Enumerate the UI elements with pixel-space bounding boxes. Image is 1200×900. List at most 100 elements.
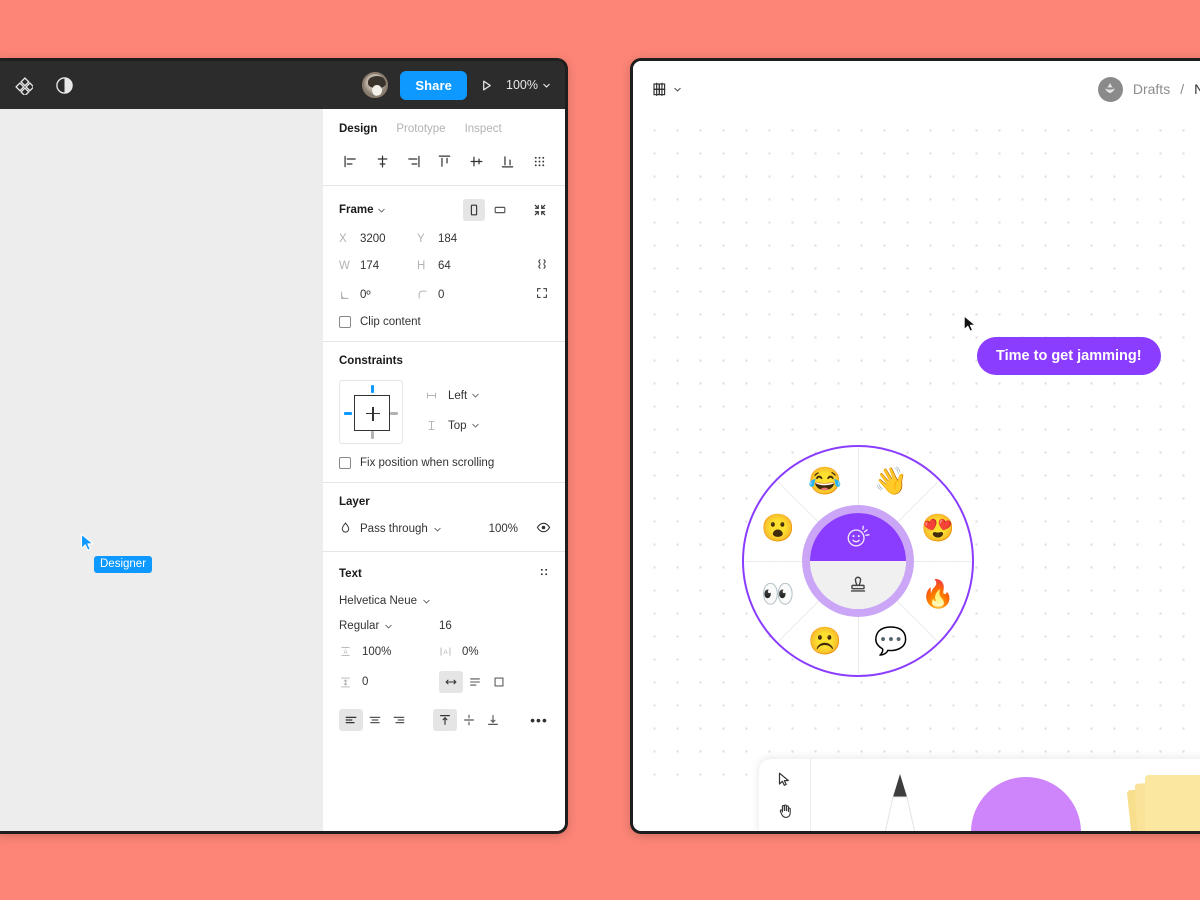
joy-emoji[interactable]: 😂: [808, 464, 842, 498]
cursor-arrow-icon[interactable]: [776, 771, 794, 794]
align-left-icon[interactable]: [335, 149, 366, 173]
text-resize-modes: [439, 671, 511, 693]
letter-spacing-icon: A: [439, 645, 452, 658]
zoom-control[interactable]: 100%: [506, 78, 551, 92]
hand-tool-icon[interactable]: [776, 802, 794, 825]
position-row: X 3200 Y 184: [339, 233, 551, 245]
share-button[interactable]: Share: [400, 70, 468, 100]
figjam-logo-icon[interactable]: [651, 81, 682, 98]
tidy-up-icon[interactable]: [524, 149, 555, 173]
blend-mode-value: Pass through: [360, 523, 428, 535]
heart-eyes-emoji[interactable]: 😍: [921, 511, 955, 545]
chevron-down-icon: [434, 527, 441, 532]
auto-height-icon[interactable]: [463, 671, 487, 693]
figma-toolbar: Share 100%: [0, 61, 565, 109]
text-settings-icon[interactable]: [537, 565, 551, 582]
constraint-left-marker[interactable]: [344, 411, 352, 415]
vertical-constraint-select[interactable]: Top: [425, 419, 480, 432]
portrait-icon[interactable]: [463, 199, 485, 221]
align-top-icon[interactable]: [429, 149, 460, 173]
h-label: H: [417, 259, 426, 272]
team-avatar[interactable]: [1097, 76, 1123, 102]
height-field[interactable]: H 64: [417, 260, 495, 272]
resize-to-fit-icon[interactable]: [529, 199, 551, 221]
astonished-emoji[interactable]: 😮: [761, 511, 795, 545]
figma-canvas[interactable]: Designer: [0, 109, 323, 831]
font-family-value: Helvetica Neue: [339, 595, 417, 607]
vertical-constraint-value: Top: [448, 419, 467, 432]
contrast-icon[interactable]: [55, 76, 74, 95]
paragraph-spacing-field[interactable]: 0: [339, 676, 439, 689]
align-text-left-icon[interactable]: [339, 709, 363, 731]
width-field[interactable]: W 174: [339, 260, 417, 272]
align-horizontal-center-icon[interactable]: [366, 149, 397, 173]
avatar[interactable]: [362, 72, 389, 98]
sticky-note-tool[interactable]: [1126, 771, 1200, 831]
font-family-select[interactable]: Helvetica Neue: [339, 595, 431, 607]
x-field[interactable]: X 3200: [339, 233, 417, 245]
align-bottom-icon[interactable]: [492, 149, 523, 173]
blend-mode-select[interactable]: Pass through: [339, 521, 489, 537]
spacing-row-1: A 100% A 0%: [339, 645, 551, 658]
frowning-emoji[interactable]: ☹️: [808, 624, 842, 658]
horizontal-constraint-icon: [425, 389, 438, 402]
pointer-cursor-icon: [963, 315, 978, 339]
shape-tool[interactable]: [971, 777, 1081, 831]
rotation-field[interactable]: 0º: [339, 289, 417, 301]
y-field[interactable]: Y 184: [417, 233, 495, 245]
emoji-reaction-wheel[interactable]: 😂 👋 😍 🔥 💬 ☹️ 👀 😮: [742, 445, 974, 677]
align-text-middle-icon[interactable]: [457, 709, 481, 731]
wave-emoji[interactable]: 👋: [874, 464, 908, 498]
align-text-right-icon[interactable]: [387, 709, 411, 731]
align-text-bottom-icon[interactable]: [481, 709, 505, 731]
figjam-canvas[interactable]: Time to get jamming! 😂 👋 😍 🔥 💬 ☹️ 👀 😮: [633, 117, 1200, 781]
breadcrumb-current[interactable]: Ne: [1194, 81, 1200, 97]
eyes-emoji[interactable]: 👀: [761, 577, 795, 611]
figjam-tool-dock: [759, 759, 1200, 831]
text-title: Text: [339, 567, 362, 580]
align-vertical-center-icon[interactable]: [461, 149, 492, 173]
letter-spacing-field[interactable]: A 0%: [439, 645, 539, 658]
clip-content-checkbox[interactable]: Clip content: [339, 316, 551, 328]
align-text-top-icon[interactable]: [433, 709, 457, 731]
constraints-widget[interactable]: [339, 380, 403, 444]
w-label: W: [339, 259, 350, 272]
font-size-field[interactable]: 16: [439, 620, 452, 632]
reaction-smiley-icon[interactable]: [810, 513, 906, 561]
corner-radius-field[interactable]: 0: [417, 289, 495, 301]
alignment-toolbar: [323, 145, 565, 186]
figma-logo-icon[interactable]: [13, 75, 33, 95]
callout-bubble: Time to get jamming!: [977, 337, 1161, 375]
marker-pen-tool[interactable]: [877, 771, 923, 831]
align-text-center-icon[interactable]: [363, 709, 387, 731]
frame-section-title[interactable]: Frame: [339, 204, 386, 216]
fixed-size-icon[interactable]: [487, 671, 511, 693]
collaborator-label: Designer: [94, 556, 153, 573]
fire-emoji[interactable]: 🔥: [921, 577, 955, 611]
align-right-icon[interactable]: [398, 149, 429, 173]
line-height-field[interactable]: A 100%: [339, 645, 439, 658]
constraint-right-marker[interactable]: [390, 411, 398, 415]
stamp-icon[interactable]: [810, 561, 906, 609]
opacity-value[interactable]: 100%: [489, 523, 518, 535]
tab-prototype[interactable]: Prototype: [396, 123, 445, 135]
landscape-icon[interactable]: [489, 199, 511, 221]
independent-corners-icon[interactable]: [535, 286, 549, 303]
font-weight-select[interactable]: Regular: [339, 620, 439, 632]
breadcrumb-separator: /: [1180, 81, 1185, 97]
tab-inspect[interactable]: Inspect: [465, 123, 502, 135]
speech-balloon-emoji[interactable]: 💬: [874, 624, 908, 658]
horizontal-constraint-select[interactable]: Left: [425, 389, 480, 402]
constraint-top-marker[interactable]: [370, 385, 374, 393]
constraint-bottom-marker[interactable]: [370, 431, 374, 439]
breadcrumb-root[interactable]: Drafts: [1133, 81, 1170, 97]
x-label: X: [339, 233, 347, 245]
fix-position-checkbox[interactable]: Fix position when scrolling: [339, 457, 551, 469]
auto-width-icon[interactable]: [439, 671, 463, 693]
play-icon[interactable]: [479, 78, 494, 93]
link-ratio-icon[interactable]: [535, 257, 549, 274]
text-more-options-button[interactable]: •••: [527, 709, 551, 731]
eye-icon[interactable]: [536, 520, 551, 538]
tab-design[interactable]: Design: [339, 123, 377, 135]
wheel-center[interactable]: [802, 505, 914, 617]
